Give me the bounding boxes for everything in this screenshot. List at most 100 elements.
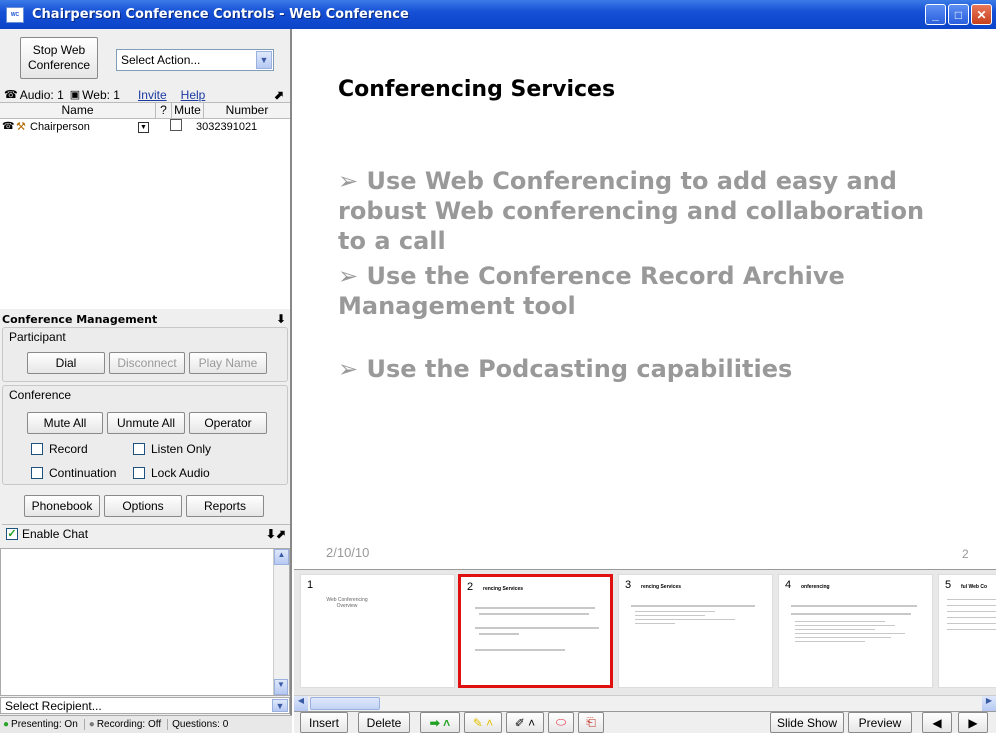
- record-label: Record: [49, 442, 88, 456]
- conference-group-label: Conference: [9, 388, 72, 402]
- audio-count: Audio: 1: [19, 87, 64, 102]
- chat-resize-icon[interactable]: ⬇⬈: [266, 527, 286, 541]
- minimize-button[interactable]: _: [925, 4, 946, 25]
- participant-list: Name ? Mute Number ☎ ⚒ Chairperson ▼ 303…: [0, 102, 290, 309]
- lock-audio-label: Lock Audio: [151, 466, 210, 480]
- pen-icon[interactable]: ✐ ˄: [506, 712, 544, 733]
- collapse-icon[interactable]: ⬇: [276, 312, 286, 326]
- slide-bullet: ➢ Use the Podcasting capabilities: [338, 355, 793, 383]
- mute-column-header[interactable]: Mute: [172, 103, 204, 118]
- question-column-header[interactable]: ?: [156, 103, 172, 118]
- dial-button[interactable]: Dial: [27, 352, 105, 374]
- gavel-icon: ⚒: [16, 121, 26, 133]
- thumbnail-title: ful Web Co: [961, 584, 988, 590]
- mute-all-button[interactable]: Mute All: [27, 412, 103, 434]
- thumbnail-number: 4: [785, 579, 792, 591]
- reports-button[interactable]: Reports: [186, 495, 264, 517]
- slide-title: Conferencing Services: [338, 77, 616, 102]
- insert-button[interactable]: Insert: [300, 712, 348, 733]
- conference-group: Conference Mute All Unmute All Operator …: [2, 385, 288, 485]
- thumbnail-number: 1: [307, 579, 314, 591]
- close-button[interactable]: ✕: [971, 4, 992, 25]
- next-slide-icon[interactable]: ▶: [958, 712, 988, 733]
- slide-toolbar: Insert Delete ➡ ˄ ✎ ˄ ✐ ˄ ⬭ ⎗ Slide Show…: [294, 711, 996, 733]
- listen-only-label: Listen Only: [151, 442, 212, 456]
- highlighter-icon[interactable]: ✎ ˄: [464, 712, 502, 733]
- number-column-header[interactable]: Number: [204, 103, 290, 118]
- scroll-down-icon[interactable]: ▼: [274, 679, 288, 695]
- enable-chat-label: Enable Chat: [22, 526, 89, 541]
- thumbnail-number: 5: [945, 579, 952, 591]
- eraser-icon[interactable]: ⬭: [548, 712, 574, 733]
- previous-slide-icon[interactable]: ◀: [922, 712, 952, 733]
- presenting-status: Presenting: On: [11, 719, 78, 730]
- thumbnail-scrollbar[interactable]: ◀ ▶: [294, 695, 996, 711]
- slide-thumbnail-2[interactable]: 2 rencing Services: [458, 574, 613, 688]
- slide-thumbnail-1[interactable]: 1 Web Conferencing Overview: [300, 574, 455, 688]
- mute-checkbox[interactable]: [156, 119, 196, 134]
- clear-slide-icon[interactable]: ⎗: [578, 712, 604, 733]
- arrow-icon: ➢: [338, 355, 367, 383]
- scroll-up-icon[interactable]: ▲: [274, 549, 289, 565]
- participant-name: Chairperson: [30, 120, 90, 133]
- scroll-right-icon[interactable]: ▶: [982, 696, 996, 711]
- slide-thumbnail-3[interactable]: 3 rencing Services: [618, 574, 773, 688]
- help-link[interactable]: Help: [181, 88, 206, 102]
- phonebook-button[interactable]: Phonebook: [24, 495, 100, 517]
- recipient-value: Select Recipient...: [5, 698, 102, 713]
- chevron-down-icon: ▼: [256, 51, 272, 69]
- continuation-label: Continuation: [49, 466, 117, 480]
- scroll-left-icon[interactable]: ◀: [294, 696, 308, 711]
- arrow-icon: ➢: [338, 262, 367, 290]
- delete-button[interactable]: Delete: [358, 712, 410, 733]
- thumbnail-strip: 1 Web Conferencing Overview 2 rencing Se…: [294, 569, 996, 695]
- computer-icon: ▣: [69, 89, 81, 101]
- thumbnail-title: rencing Services: [641, 584, 682, 590]
- select-action-dropdown[interactable]: Select Action... ▼: [116, 49, 274, 71]
- thumbnail-title: rencing Services: [483, 586, 524, 592]
- stop-web-conference-button[interactable]: Stop Web Conference: [20, 37, 98, 79]
- presenting-dot-icon: ●: [3, 719, 10, 730]
- name-column-header[interactable]: Name: [0, 103, 156, 118]
- expand-icon[interactable]: ⬈: [274, 88, 284, 102]
- left-panel: Stop Web Conference Select Action... ▼ ☎…: [0, 29, 292, 733]
- recording-status: Recording: Off: [96, 719, 162, 730]
- status-bar: ● Presenting: On ● Recording: Off Questi…: [0, 715, 292, 733]
- enable-chat-checkbox[interactable]: [6, 527, 18, 540]
- conference-management-title: Conference Management: [2, 312, 158, 326]
- arrow-icon: ➢: [338, 167, 367, 195]
- chevron-down-icon: ▼: [272, 699, 288, 712]
- slide-bullet: ➢ Use Web Conferencing to add easy and r…: [338, 167, 925, 255]
- thumbnail-number: 2: [467, 581, 474, 593]
- participant-table-header: Name ? Mute Number: [0, 103, 290, 119]
- web-count: Web: 1: [82, 87, 120, 102]
- play-name-button[interactable]: Play Name: [189, 352, 267, 374]
- invite-link[interactable]: Invite: [138, 88, 167, 102]
- slide-bullet: ➢ Use the Conference Record Archive Mana…: [338, 262, 845, 320]
- title-bar: WC Chairperson Conference Controls - Web…: [0, 0, 996, 29]
- slide-thumbnail-5[interactable]: 5 ful Web Co: [938, 574, 996, 688]
- lock-audio-checkbox[interactable]: Lock Audio: [133, 466, 210, 480]
- slide-thumbnail-4[interactable]: 4 onferencing: [778, 574, 933, 688]
- chat-scrollbar[interactable]: ▲ ▼: [273, 549, 289, 695]
- participant-group: Participant Dial Disconnect Play Name: [2, 327, 288, 382]
- recipient-select[interactable]: Select Recipient... ▼: [0, 697, 290, 714]
- participant-number: 3032391021: [196, 120, 258, 133]
- chat-area[interactable]: ▲ ▼: [0, 548, 290, 696]
- participant-menu-dropdown[interactable]: ▼: [138, 120, 156, 133]
- operator-button[interactable]: Operator: [189, 412, 267, 434]
- table-row[interactable]: ☎ ⚒ Chairperson ▼ 3032391021: [0, 119, 290, 134]
- app-icon: WC: [6, 6, 24, 23]
- unmute-all-button[interactable]: Unmute All: [107, 412, 185, 434]
- pointer-arrow-icon[interactable]: ➡ ˄: [420, 712, 460, 733]
- preview-button[interactable]: Preview: [848, 712, 912, 733]
- window-title: Chairperson Conference Controls - Web Co…: [32, 7, 409, 22]
- scroll-thumb[interactable]: [310, 697, 380, 710]
- disconnect-button[interactable]: Disconnect: [109, 352, 185, 374]
- record-checkbox[interactable]: Record: [31, 442, 88, 456]
- listen-only-checkbox[interactable]: Listen Only: [133, 442, 211, 456]
- maximize-button[interactable]: □: [948, 4, 969, 25]
- options-button[interactable]: Options: [104, 495, 182, 517]
- continuation-checkbox[interactable]: Continuation: [31, 466, 116, 480]
- slide-show-button[interactable]: Slide Show: [770, 712, 844, 733]
